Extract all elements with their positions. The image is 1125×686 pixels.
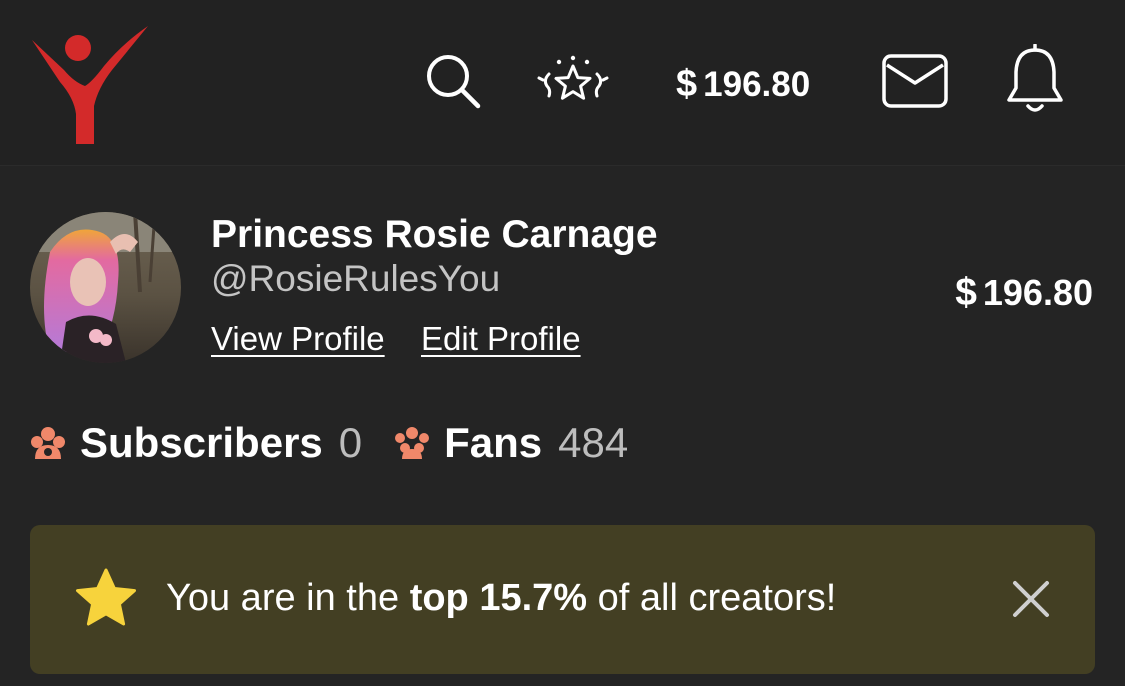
banner-text-before: You are in the [166, 577, 410, 619]
top-creators-button[interactable] [536, 50, 610, 116]
creators-star-icon [537, 54, 609, 113]
search-icon [423, 51, 483, 116]
notifications-button[interactable] [1000, 42, 1070, 121]
avatar[interactable] [30, 212, 181, 363]
search-button[interactable] [420, 50, 486, 116]
header-balance-amount: 196.80 [703, 65, 811, 104]
currency-symbol: $ [676, 63, 698, 105]
fans-icon [394, 425, 430, 461]
subscribers-label: Subscribers [80, 419, 323, 466]
top-navigation-bar: $196.80 [0, 0, 1125, 166]
creator-rank-banner: You are in the top 15.7% of all creators… [30, 525, 1095, 674]
edit-profile-link[interactable]: Edit Profile [421, 318, 581, 360]
star-icon [74, 567, 138, 629]
profile-handle: @RosieRulesYou [211, 258, 501, 299]
banner-text-after: of all creators! [587, 577, 837, 619]
profile-balance[interactable]: $196.80 [955, 270, 1093, 316]
brand-logo[interactable] [30, 26, 150, 146]
profile-name: Princess Rosie Carnage [211, 213, 658, 256]
subscribers-count: 0 [338, 419, 363, 466]
bell-icon [1005, 42, 1065, 121]
fans-count: 484 [558, 419, 629, 466]
banner-text-highlight: top 15.7% [409, 577, 588, 619]
profile-balance-amount: 196.80 [982, 272, 1093, 313]
subscribers-icon [30, 425, 66, 461]
stats-row: Subscribers 0 Fans 484 [30, 416, 628, 470]
messages-button[interactable] [878, 50, 952, 116]
view-profile-link[interactable]: View Profile [211, 318, 385, 360]
header-balance[interactable]: $196.80 [676, 62, 810, 106]
close-icon[interactable] [1011, 579, 1051, 619]
currency-symbol: $ [955, 271, 977, 314]
banner-message: You are in the top 15.7% of all creators… [166, 573, 836, 623]
app-root: $196.80 Princess Rosie Carnage @RosieRul… [0, 0, 1125, 686]
fans-label: Fans [444, 419, 543, 466]
mail-icon [881, 53, 949, 114]
